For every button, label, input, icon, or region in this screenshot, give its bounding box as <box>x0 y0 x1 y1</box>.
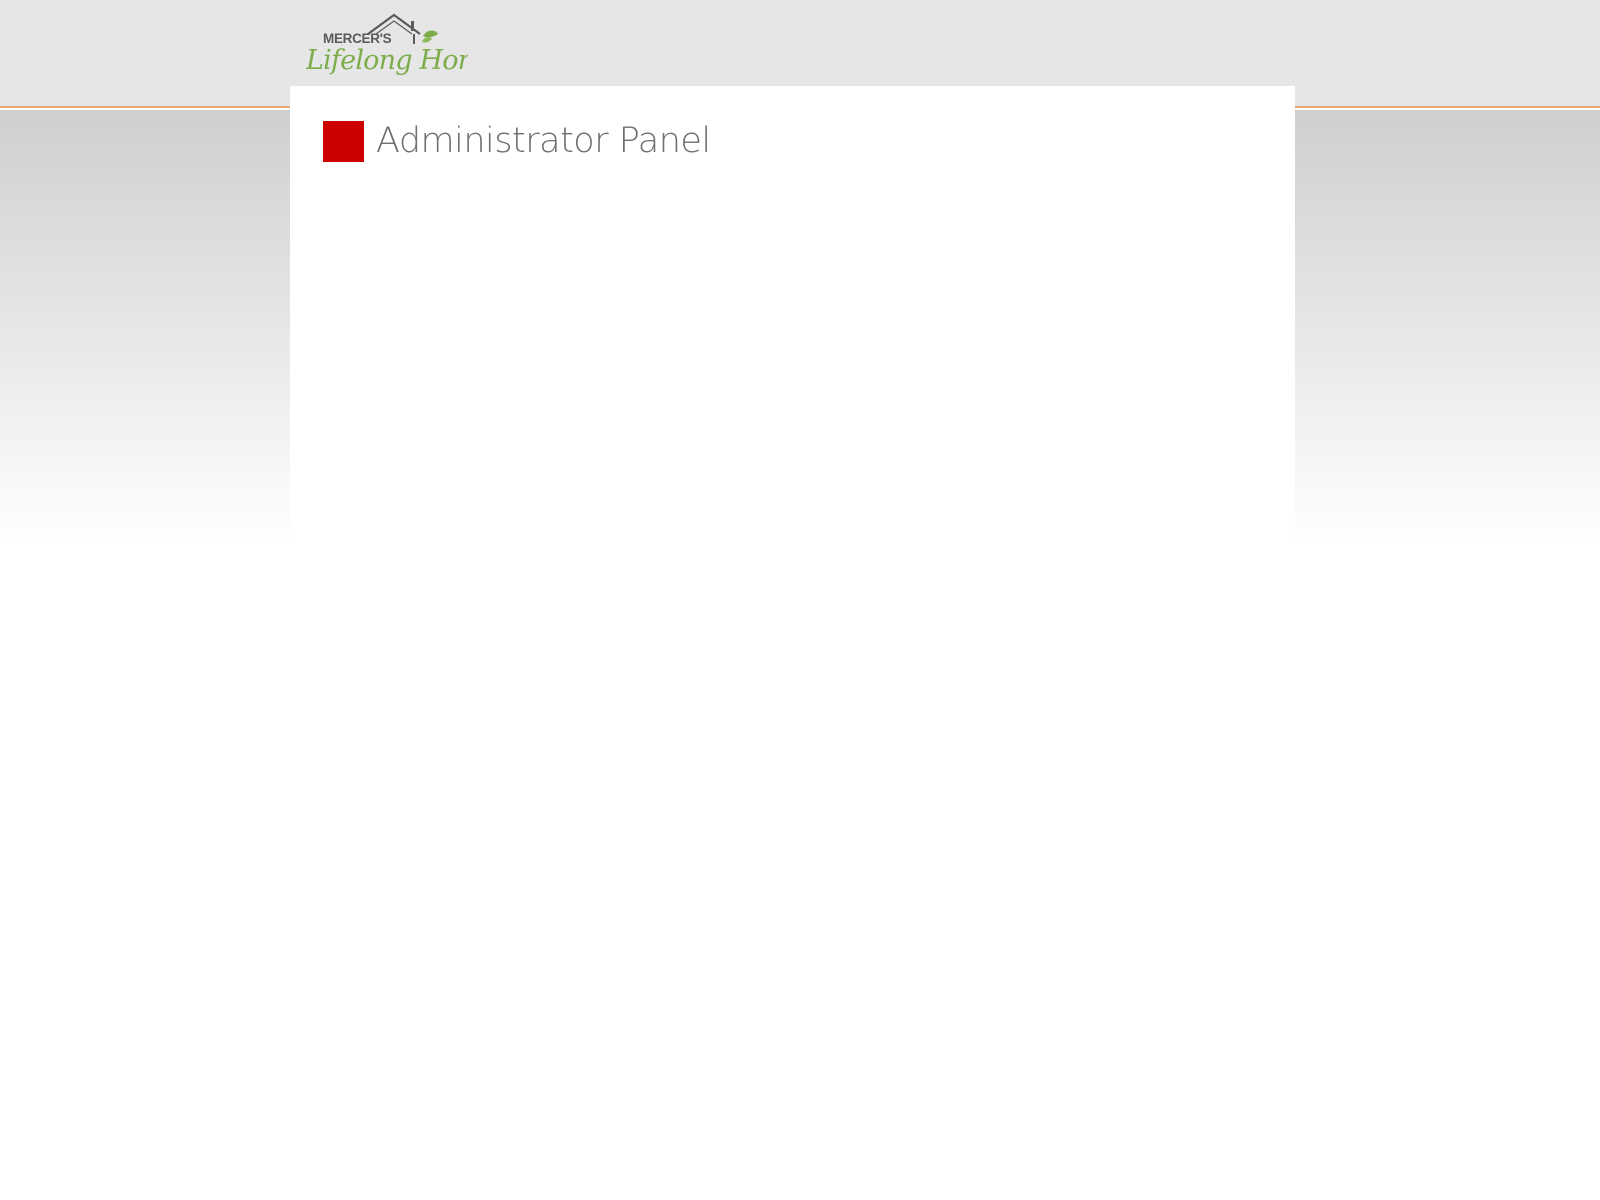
page-title: Administrator Panel <box>376 121 711 161</box>
logo-wordmark-script: Lifelong Homes <box>306 45 468 76</box>
panel-header: Administrator Panel <box>323 121 711 162</box>
house-roof-icon: MERCER'S Lifelong Homes <box>306 13 468 76</box>
logo-wordmark-top: MERCER'S <box>323 31 392 46</box>
content-panel: Administrator Panel <box>290 86 1295 546</box>
site-logo[interactable]: MERCER'S Lifelong Homes <box>306 12 468 80</box>
red-square-icon <box>323 121 364 162</box>
